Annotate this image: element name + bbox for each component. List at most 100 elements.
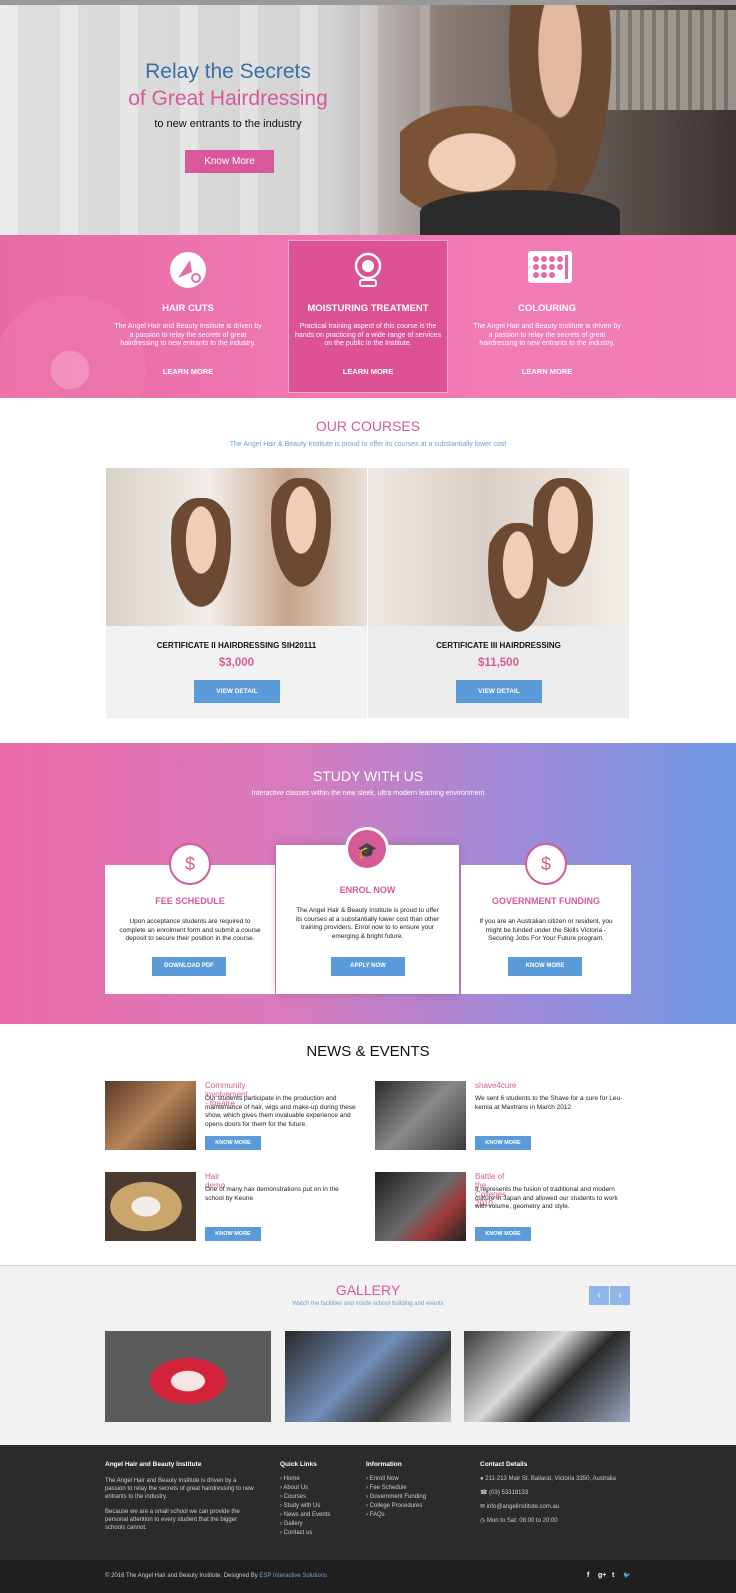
- contact-email[interactable]: ✉ info@angelinstitute.com.au: [480, 1503, 559, 1512]
- news-image: [105, 1172, 196, 1241]
- graduation-cap-icon: 🎓: [345, 827, 389, 871]
- study-item-desc: If you are an Australian citizen or resi…: [479, 918, 613, 942]
- service-title: HAIR CUTS: [162, 303, 214, 314]
- view-detail-button[interactable]: VIEW DETAIL: [456, 680, 542, 703]
- info-link[interactable]: › FAQs: [366, 1511, 426, 1520]
- footer-about-text2: Because we are a small school we can pro…: [105, 1509, 240, 1531]
- news-image: [375, 1172, 466, 1241]
- contact-phone: ☎ (03) 53318133: [480, 1490, 529, 1496]
- news-item-desc: We sent 6 students to the Shave for a cu…: [475, 1095, 623, 1111]
- info-link[interactable]: › Fee Schedule: [366, 1484, 426, 1493]
- teacher-figure: [528, 478, 598, 598]
- location-icon: ●: [480, 1476, 484, 1482]
- course-price: $11,500: [478, 657, 519, 669]
- palette-icon: [527, 250, 572, 290]
- news-image: [105, 1081, 196, 1150]
- hero-cape-image: [420, 190, 620, 235]
- student-figure: [166, 498, 236, 618]
- course-name: CERTIFICATE II HAIRDRESSING SIH20111: [156, 641, 317, 650]
- service-moisturing: MOISTURING TREATMENT Practical training …: [278, 235, 458, 398]
- course-card: CERTIFICATE II HAIRDRESSING SIH20111 $3,…: [106, 468, 367, 718]
- contact-title: Contact Details: [480, 1461, 528, 1468]
- government-funding-box: $ GOVERNMENT FUNDING If you are an Austr…: [461, 843, 631, 994]
- study-item-title: ENROL NOW: [339, 885, 396, 895]
- know-more-button[interactable]: KNOW MORE: [475, 1136, 531, 1150]
- learn-more-link[interactable]: LEARN MORE: [278, 367, 458, 376]
- study-item-desc: The Angel Hair & Beauty Institute is pro…: [295, 907, 440, 940]
- funding-icon: $: [525, 843, 567, 885]
- quick-link[interactable]: › Courses: [280, 1493, 330, 1502]
- know-more-button[interactable]: KNOW MORE: [205, 1136, 261, 1150]
- news-item-title[interactable]: shave4cure: [475, 1081, 516, 1090]
- information-list: › Enroll Now › Fee Schedule › Government…: [366, 1475, 426, 1520]
- course-image: [368, 468, 629, 643]
- know-more-button[interactable]: KNOW MORE: [508, 957, 582, 976]
- quick-link[interactable]: › About Us: [280, 1484, 330, 1493]
- apply-now-button[interactable]: APPLY NOW: [331, 957, 405, 976]
- view-detail-button[interactable]: VIEW DETAIL: [194, 680, 280, 703]
- designer-link[interactable]: ESP Interactive Solutions: [259, 1573, 327, 1579]
- know-more-button[interactable]: Know More: [185, 150, 274, 173]
- study-subtitle: Interactive classes within the new sleek…: [251, 790, 485, 797]
- gallery-image[interactable]: [285, 1331, 451, 1422]
- service-colouring: COLOURING The Angel Hair and Beauty Inst…: [457, 235, 637, 398]
- information-title: Information: [366, 1461, 402, 1468]
- learn-more-link[interactable]: LEARN MORE: [98, 367, 278, 376]
- gallery-image[interactable]: [105, 1331, 271, 1422]
- tumblr-icon[interactable]: t: [612, 1572, 614, 1579]
- learn-more-link[interactable]: LEARN MORE: [457, 367, 637, 376]
- course-price: $3,000: [218, 657, 255, 669]
- google-plus-icon[interactable]: g+: [598, 1572, 606, 1579]
- news-item-desc: It represents the fusion of traditional …: [475, 1186, 618, 1210]
- quick-link[interactable]: › Study with Us: [280, 1502, 330, 1511]
- mirror-icon: [348, 250, 388, 290]
- footer-about-title: Angel Hair and Beauty Institute: [105, 1461, 202, 1468]
- service-desc: The Angel Hair and Beauty Institute is d…: [114, 323, 262, 347]
- know-more-button[interactable]: KNOW MORE: [205, 1227, 261, 1241]
- study-item-title: GOVERNMENT FUNDING: [492, 896, 600, 906]
- quick-links-title: Quick Links: [280, 1461, 317, 1468]
- hero-subtitle: to new entrants to the industry: [154, 118, 302, 130]
- gallery-prev-button[interactable]: ‹: [589, 1286, 609, 1305]
- quick-link[interactable]: › Gallery: [280, 1520, 330, 1529]
- hero-banner: [0, 0, 736, 235]
- service-hair-cuts: HAIR CUTS The Angel Hair and Beauty Inst…: [98, 235, 278, 398]
- study-title: STUDY WITH US: [312, 768, 424, 784]
- copyright: © 2016 The Angel Hair and Beauty Institu…: [105, 1573, 327, 1579]
- footer-about-text: The Angel Hair and Beauty Institute is d…: [105, 1478, 254, 1500]
- study-item-desc: Upon acceptance students are required to…: [119, 918, 261, 942]
- mail-icon: ✉: [480, 1504, 486, 1510]
- twitter-icon[interactable]: 🐦: [623, 1572, 630, 1579]
- news-image: [375, 1081, 466, 1150]
- contact-hours: ◷ Mon to Sat: 08:00 to 20:00: [480, 1518, 558, 1524]
- copyright-text: © 2016 The Angel Hair and Beauty Institu…: [105, 1573, 260, 1579]
- news-item-desc: One of many hair demonstrations put on i…: [205, 1186, 339, 1202]
- info-link[interactable]: › Enroll Now: [366, 1475, 426, 1484]
- info-link[interactable]: › College Procedures: [366, 1502, 426, 1511]
- service-desc: The Angel Hair and Beauty Institute is d…: [473, 323, 621, 347]
- service-desc: Practical training aspect of this course…: [295, 323, 441, 347]
- know-more-button[interactable]: KNOW MORE: [475, 1227, 531, 1241]
- course-image: [106, 468, 367, 626]
- quick-links-list: › Home › About Us › Courses › Study with…: [280, 1475, 330, 1538]
- quick-link[interactable]: › News and Events: [280, 1511, 330, 1520]
- fee-icon: $: [169, 843, 211, 885]
- contact-address: ● 211-213 Mair St. Ballarat, Victoria 33…: [480, 1476, 616, 1482]
- teacher-figure: [266, 478, 336, 598]
- gallery-next-button[interactable]: ›: [610, 1286, 630, 1305]
- gallery-image[interactable]: [464, 1331, 630, 1422]
- study-item-title: FEE SCHEDULE: [155, 896, 225, 906]
- download-pdf-button[interactable]: DOWNLOAD PDF: [152, 957, 226, 976]
- haircut-icon: [168, 250, 208, 290]
- course-card: CERTIFICATE III HAIRDRESSING $11,500 VIE…: [368, 468, 629, 718]
- hero-title-line1: Relay the Secrets: [145, 60, 311, 83]
- service-title: MOISTURING TREATMENT: [307, 303, 429, 314]
- phone-icon: ☎: [480, 1490, 488, 1496]
- enrol-now-box: 🎓 ENROL NOW The Angel Hair & Beauty Inst…: [276, 827, 459, 994]
- facebook-icon[interactable]: f: [587, 1572, 589, 1579]
- info-link[interactable]: › Government Funding: [366, 1493, 426, 1502]
- quick-link[interactable]: › Home: [280, 1475, 330, 1484]
- clock-icon: ◷: [480, 1518, 486, 1524]
- news-item-desc: Our students participate in the producti…: [205, 1095, 356, 1128]
- quick-link[interactable]: › Contact us: [280, 1529, 330, 1538]
